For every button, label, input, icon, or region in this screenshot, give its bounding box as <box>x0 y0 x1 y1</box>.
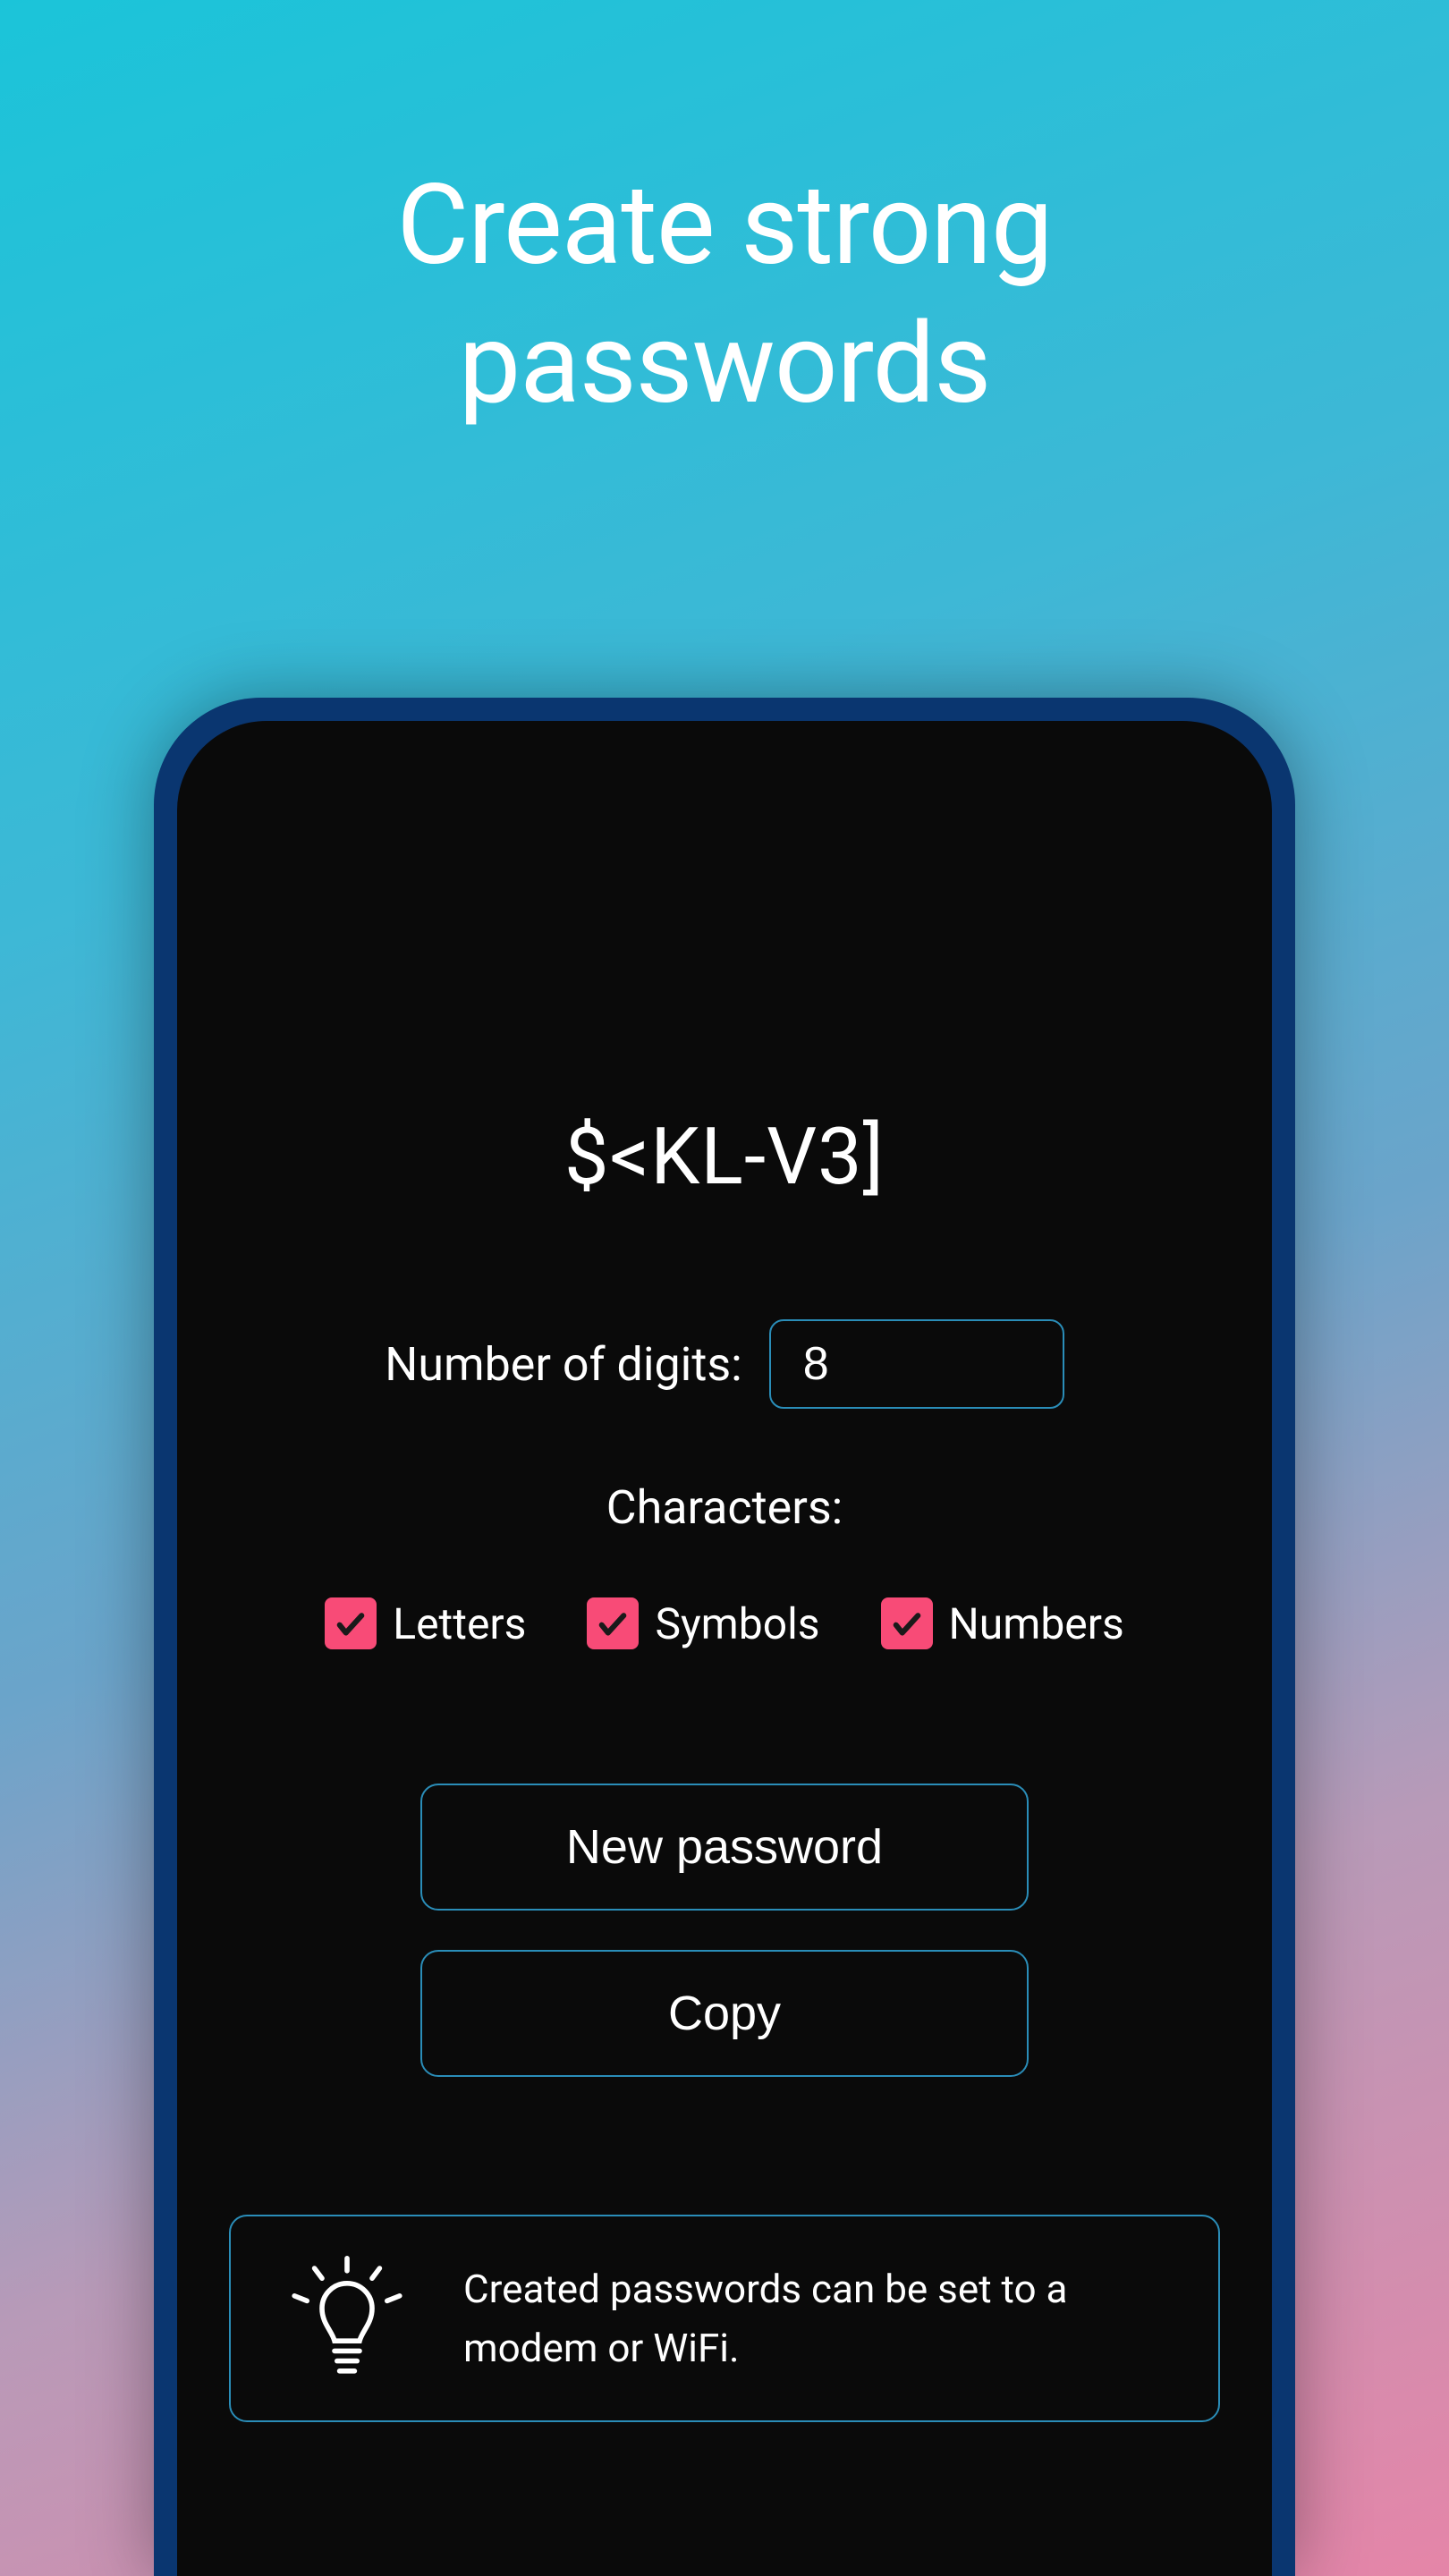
check-icon <box>332 1605 369 1642</box>
digits-input[interactable] <box>769 1319 1064 1409</box>
check-icon <box>594 1605 631 1642</box>
new-password-button[interactable]: New password <box>420 1784 1029 1911</box>
lightbulb-icon <box>284 2256 410 2381</box>
checkbox-group-numbers: Numbers <box>881 1597 1124 1649</box>
characters-label: Characters: <box>222 1480 1227 1535</box>
checkbox-numbers[interactable] <box>881 1597 933 1649</box>
phone-frame: $<KL-V3] Number of digits: Characters: L… <box>154 698 1295 2576</box>
phone-screen: $<KL-V3] Number of digits: Characters: L… <box>177 721 1272 2576</box>
info-box: Created passwords can be set to a modem … <box>229 2215 1220 2422</box>
button-container: New password Copy <box>222 1784 1227 2077</box>
check-icon <box>888 1605 926 1642</box>
digits-label: Number of digits: <box>385 1337 742 1392</box>
checkbox-group-letters: Letters <box>325 1597 526 1649</box>
copy-button[interactable]: Copy <box>420 1950 1029 2077</box>
checkbox-group-symbols: Symbols <box>587 1597 819 1649</box>
page-title: Create strong passwords <box>0 0 1449 434</box>
generated-password: $<KL-V3] <box>222 1111 1227 1203</box>
page-title-line1: Create strong <box>0 157 1449 295</box>
checkbox-letters[interactable] <box>325 1597 377 1649</box>
page-title-line2: passwords <box>0 295 1449 434</box>
checkbox-row: Letters Symbols Numbers <box>222 1597 1227 1649</box>
checkbox-symbols[interactable] <box>587 1597 639 1649</box>
info-text: Created passwords can be set to a modem … <box>463 2259 1165 2377</box>
digits-row: Number of digits: <box>222 1319 1227 1409</box>
checkbox-label-symbols: Symbols <box>655 1598 819 1649</box>
checkbox-label-numbers: Numbers <box>949 1598 1124 1649</box>
checkbox-label-letters: Letters <box>393 1598 526 1649</box>
